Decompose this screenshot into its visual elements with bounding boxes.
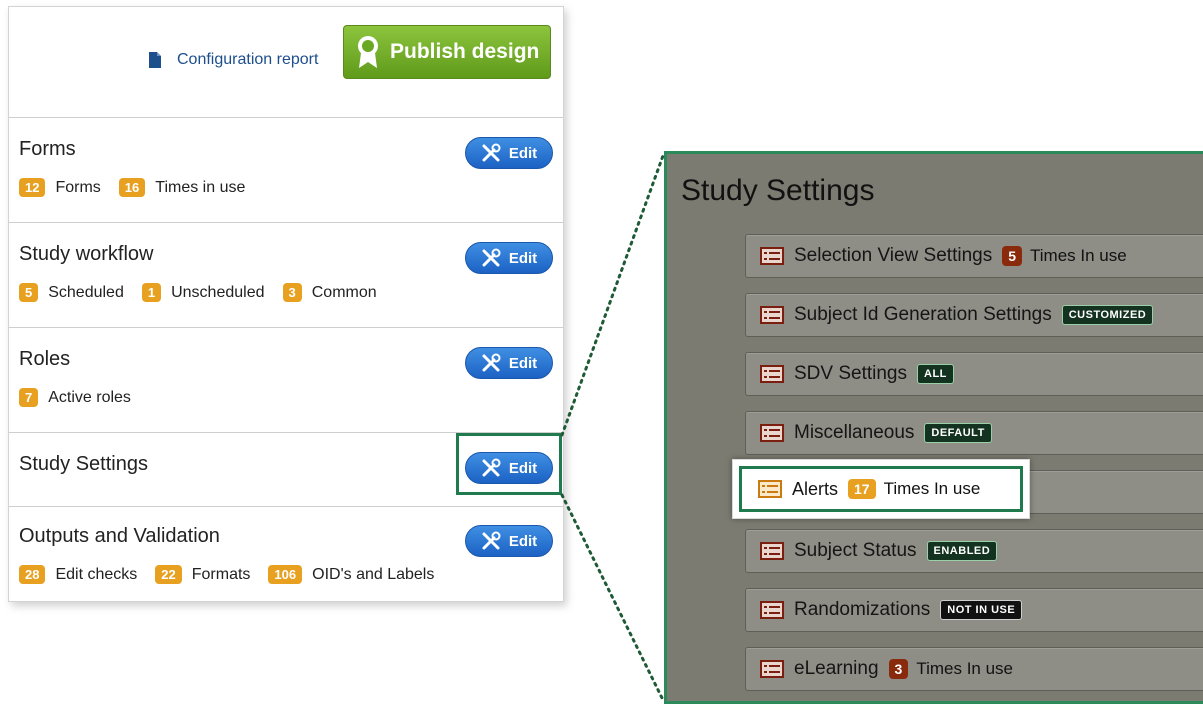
setting-label: SDV Settings [794, 363, 907, 384]
count-badge: 3 [888, 659, 909, 679]
setting-label: Miscellaneous [794, 422, 915, 443]
count-badge: 1 [141, 283, 162, 302]
section-stats: 5 Scheduled 1 Unscheduled 3 Common [19, 283, 395, 302]
study-design-panel: Configuration report Publish design Form… [8, 6, 564, 602]
status-tag: DEFAULT [924, 423, 992, 443]
section-title: Forms [19, 138, 76, 160]
study-settings-zoom-panel: Study Settings Selection View Settings 5… [664, 151, 1203, 704]
edit-outputs-button[interactable]: Edit [465, 525, 553, 557]
count-badge: 5 [1002, 246, 1023, 266]
setting-subject-status[interactable]: Subject Status ENABLED [745, 529, 1203, 573]
section-outputs-validation: Outputs and Validation Edit 28 Edit chec… [9, 507, 563, 603]
edit-roles-button[interactable]: Edit [465, 347, 553, 379]
section-study-workflow: Study workflow Edit 5 Scheduled 1 Unsche… [9, 223, 563, 328]
setting-label: Subject Status [794, 540, 917, 561]
status-tag: ENABLED [926, 541, 998, 561]
setting-label: eLearning [794, 658, 879, 679]
count-badge: 106 [268, 565, 303, 584]
edit-study-workflow-button[interactable]: Edit [465, 242, 553, 274]
publish-design-label: Publish design [390, 40, 540, 63]
count-badge: 22 [155, 565, 182, 584]
count-badge: 5 [19, 283, 39, 302]
setting-selection-view[interactable]: Selection View Settings 5 Times In use [745, 234, 1203, 278]
setting-alerts[interactable]: Alerts 17 Times In use [739, 466, 1023, 512]
section-stats: 28 Edit checks 22 Formats 106 OID's and … [19, 565, 452, 584]
publish-design-button[interactable]: Publish design [343, 25, 551, 79]
tools-icon [482, 143, 501, 162]
stat-label: Formats [191, 565, 251, 583]
stat-label: Unscheduled [171, 283, 265, 301]
setting-label: Selection View Settings [794, 245, 993, 266]
count-badge: 7 [19, 388, 39, 407]
edit-highlight-box [456, 433, 562, 495]
setting-randomizations[interactable]: Randomizations NOT IN USE [745, 588, 1203, 632]
count-badge: 17 [848, 479, 876, 499]
times-in-use-label: Times In use [883, 479, 981, 498]
edit-label: Edit [508, 249, 538, 267]
tools-icon [482, 531, 501, 550]
edit-label: Edit [508, 354, 538, 372]
setting-elearning[interactable]: eLearning 3 Times In use [745, 647, 1203, 691]
stat-label: OID's and Labels [312, 565, 435, 583]
configuration-report-link[interactable]: Configuration report [149, 51, 318, 69]
stat-label: Scheduled [48, 283, 124, 301]
document-icon [149, 52, 161, 68]
stat-label: Forms [55, 178, 101, 196]
edit-label: Edit [508, 144, 538, 162]
settings-list-icon [760, 660, 784, 678]
setting-label: Randomizations [794, 599, 931, 620]
settings-list-icon [758, 480, 782, 498]
tools-icon [482, 248, 501, 267]
stat-label: Edit checks [55, 565, 138, 583]
section-title: Outputs and Validation [19, 525, 220, 547]
count-badge: 3 [282, 283, 302, 302]
stat-label: Common [311, 283, 377, 301]
settings-list-icon [760, 601, 784, 619]
section-title: Roles [19, 348, 71, 370]
section-roles: Roles Edit 7 Active roles [9, 328, 563, 433]
setting-sdv[interactable]: SDV Settings ALL [745, 352, 1203, 396]
tools-icon [482, 353, 501, 372]
zoom-title: Study Settings [681, 174, 875, 207]
status-tag: ALL [917, 364, 954, 384]
status-tag: CUSTOMIZED [1061, 305, 1154, 325]
settings-list-icon [760, 424, 784, 442]
configuration-report-label: Configuration report [177, 51, 319, 68]
count-badge: 28 [19, 565, 46, 584]
panel-header: Configuration report Publish design [9, 7, 563, 118]
count-badge: 16 [118, 178, 146, 197]
section-forms: Forms Edit 12 Forms 16 Times in use [9, 118, 563, 223]
settings-list-icon [760, 365, 784, 383]
edit-forms-button[interactable]: Edit [465, 137, 553, 169]
award-ribbon-icon [358, 36, 378, 68]
stat-label: Times in use [155, 178, 246, 196]
section-stats: 12 Forms 16 Times in use [19, 178, 263, 197]
stat-label: Active roles [48, 388, 131, 406]
setting-subject-id-generation[interactable]: Subject Id Generation Settings CUSTOMIZE… [745, 293, 1203, 337]
settings-list-icon [760, 306, 784, 324]
section-title: Study workflow [19, 243, 154, 265]
setting-label: Subject Id Generation Settings [794, 304, 1052, 325]
edit-label: Edit [508, 532, 538, 550]
times-in-use-label: Times In use [1030, 246, 1127, 265]
setting-miscellaneous[interactable]: Miscellaneous DEFAULT [745, 411, 1203, 455]
settings-list-icon [760, 542, 784, 560]
setting-label: Alerts [792, 478, 839, 499]
times-in-use-label: Times In use [916, 659, 1014, 678]
section-stats: 7 Active roles [19, 388, 149, 407]
count-badge: 12 [19, 178, 46, 197]
settings-list-icon [760, 247, 784, 265]
alerts-highlight-popout: Alerts 17 Times In use [732, 459, 1030, 519]
status-tag: NOT IN USE [940, 600, 1023, 620]
section-title: Study Settings [19, 453, 148, 475]
